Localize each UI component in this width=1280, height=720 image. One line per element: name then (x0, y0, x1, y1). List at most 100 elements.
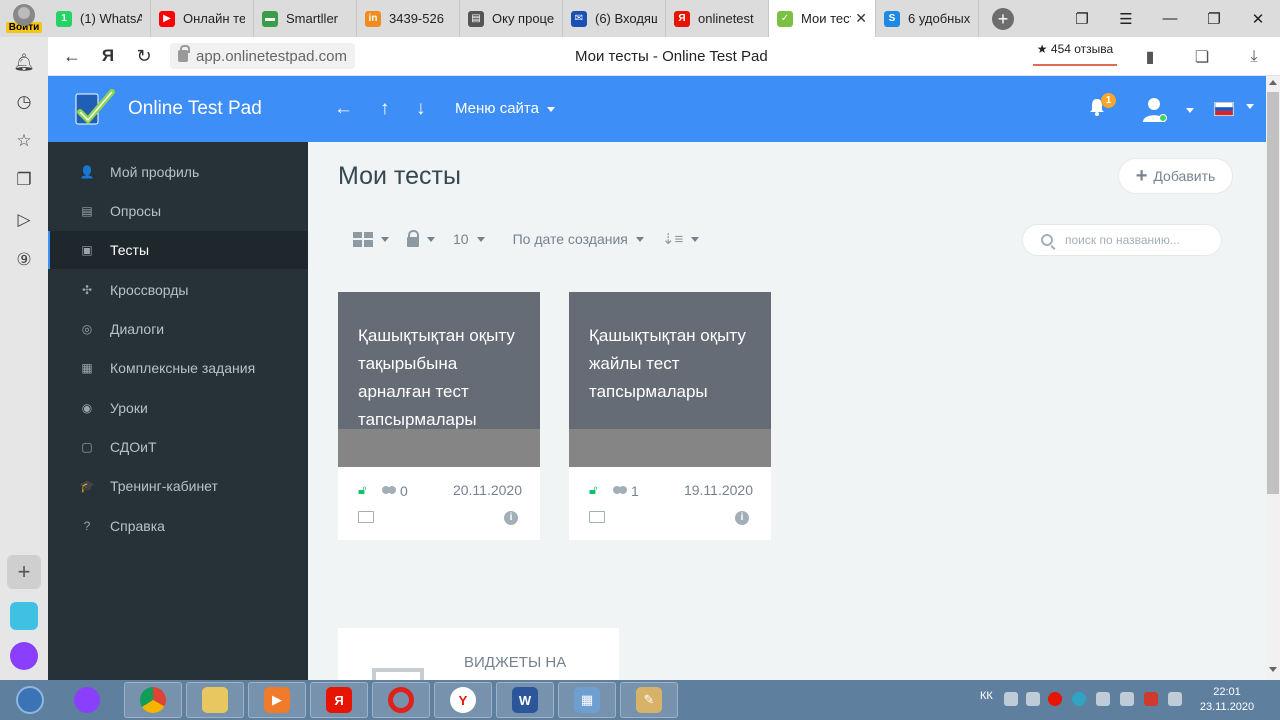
browser-tab[interactable]: ▤ Оку процесі (460, 0, 563, 37)
search-input[interactable]: поиск по названию... (1022, 224, 1222, 256)
scroll-down-icon[interactable] (1269, 667, 1277, 672)
sidebar-item[interactable]: 🎓 Тренинг-кабинет (48, 467, 308, 505)
card-title[interactable]: Қашықтықтан оқыту тақырыбына арналған те… (358, 322, 528, 434)
logo-text[interactable]: Online Test Pad (128, 98, 262, 120)
taskbar-yandex[interactable]: Я (310, 682, 368, 718)
sort-order-dropdown[interactable]: ⇣≡ (662, 230, 700, 248)
folder-icon[interactable] (589, 511, 605, 523)
messenger-icon[interactable] (10, 602, 38, 630)
sidebar-item[interactable]: ◎ Диалоги (48, 310, 308, 348)
sidebar-item-label: Уроки (110, 400, 148, 416)
browser-tab[interactable]: ✉ (6) Входящие (563, 0, 666, 37)
keyboard-language[interactable]: КК (980, 690, 993, 702)
notifications-icon[interactable]: 🔔︎ (12, 51, 36, 75)
keyboard-icon[interactable] (1004, 692, 1018, 706)
taskbar-media[interactable]: ▶ (248, 682, 306, 718)
play-icon[interactable]: ▷ (12, 208, 36, 232)
russian-flag-icon[interactable] (1214, 102, 1234, 116)
new-tab-button[interactable]: + (979, 0, 1027, 37)
widgets-panel[interactable]: ВИДЖЕТЫ НА (338, 628, 619, 680)
participants-count: 1 (613, 483, 639, 499)
restore-button[interactable]: ❐ (1192, 10, 1236, 28)
sidebar-item-label: Тесты (110, 242, 150, 258)
nine-icon[interactable]: ⑨ (12, 248, 36, 272)
card-title[interactable]: Қашықтықтан оқыту жайлы тест тапсырмалар… (589, 322, 759, 406)
scroll-up-icon[interactable] (1269, 80, 1277, 85)
taskbar-alice[interactable] (58, 682, 116, 718)
tray-arrow-icon[interactable] (1026, 692, 1040, 706)
browser-tab[interactable]: ✓ Мои тесты ✕ (769, 0, 876, 37)
site-menu-label: Меню сайта (455, 100, 539, 117)
per-page-dropdown[interactable]: 10 (453, 231, 485, 247)
volume-icon[interactable] (1096, 692, 1110, 706)
list-toolbar: 10 По дате создания ⇣≡ (353, 227, 717, 251)
browser-tab[interactable]: 1 (1) WhatsApp (48, 0, 151, 37)
test-card[interactable]: Қашықтықтан оқыту жайлы тест тапсырмалар… (569, 292, 771, 540)
yandex-tray-icon[interactable] (1048, 692, 1062, 706)
taskbar-word[interactable]: W (496, 682, 554, 718)
back-button[interactable]: ← (54, 46, 90, 67)
browser-tab[interactable]: Яonlinetest (666, 0, 769, 37)
close-window-button[interactable]: ✕ (1236, 10, 1280, 28)
sidebar-item[interactable]: ? Справка (48, 507, 308, 545)
reload-button[interactable]: ↻ (126, 46, 162, 67)
info-icon[interactable]: i (504, 511, 518, 525)
arrow-down-icon[interactable]: ↓ (416, 98, 426, 120)
taskbar-chrome[interactable] (124, 682, 182, 718)
taskbar-photos[interactable]: ▦ (558, 682, 616, 718)
menu-icon[interactable]: ☰ (1104, 10, 1148, 28)
folder-icon[interactable] (358, 511, 374, 523)
sidebar-item[interactable]: ▢ СДОиТ (48, 428, 308, 466)
sidebar-item[interactable]: 👤 Мой профиль (48, 153, 308, 191)
taskbar-paint[interactable]: ✎ (620, 682, 678, 718)
list-icon: ▤ (81, 204, 93, 218)
info-icon[interactable]: i (735, 511, 749, 525)
download-icon[interactable]: ⤓ (1228, 48, 1280, 66)
sort-dropdown[interactable]: По дате создания (513, 231, 644, 247)
reviews-badge[interactable]: ★ 454 отзыва (1033, 42, 1117, 66)
test-card[interactable]: Қашықтықтан оқыту тақырыбына арналған те… (338, 292, 540, 540)
history-icon[interactable]: ◷ (12, 90, 36, 114)
page-scrollbar[interactable] (1266, 76, 1280, 680)
browser-tab[interactable]: ▬ Smartller (254, 0, 357, 37)
profile-button[interactable]: Войти (0, 0, 48, 37)
tab-favicon-icon: ▤ (468, 10, 484, 27)
collections-icon[interactable]: ❏ (1176, 47, 1228, 67)
sidebar-item[interactable]: ▣ Тесты (48, 231, 308, 269)
taskbar-explorer[interactable] (186, 682, 244, 718)
start-button[interactable] (4, 682, 56, 718)
alice-icon[interactable] (10, 642, 38, 670)
taskbar-clock[interactable]: 22:01 23.11.2020 (1195, 685, 1259, 715)
access-filter-dropdown[interactable] (407, 230, 435, 247)
network-icon[interactable] (1120, 692, 1134, 706)
back-arrow-icon[interactable]: ← (334, 98, 353, 120)
sidebar-item[interactable]: ▤ Опросы (48, 192, 308, 230)
taskbar-yandex-browser[interactable]: Y (434, 682, 492, 718)
view-mode-dropdown[interactable] (353, 231, 389, 247)
yandex-button[interactable]: Я (90, 46, 126, 66)
sidebar-item[interactable]: ✣ Кроссворды (48, 271, 308, 309)
sidebar-item[interactable]: ▦ Комплексные задания (48, 349, 308, 387)
add-button[interactable]: + Добавить (1118, 158, 1233, 194)
bookmark-icon[interactable]: ▮ (1124, 47, 1176, 67)
chevron-down-icon[interactable] (1186, 108, 1194, 113)
arrow-up-icon[interactable]: ↑ (380, 98, 390, 120)
close-tab-icon[interactable]: ✕ (855, 10, 867, 27)
collections-icon[interactable]: ❐ (12, 168, 36, 192)
skype-tray-icon[interactable] (1072, 692, 1086, 706)
url-field[interactable]: app.onlinetestpad.com (170, 43, 355, 69)
action-center-icon[interactable] (1144, 692, 1158, 706)
site-menu-dropdown[interactable]: Меню сайта (455, 100, 555, 117)
chevron-down-icon[interactable] (1246, 104, 1254, 109)
tabs-icon[interactable]: ❐ (1060, 10, 1104, 28)
browser-tab[interactable]: ▶ Онлайн тесты (151, 0, 254, 37)
sidebar-item[interactable]: ◉ Уроки (48, 389, 308, 427)
taskbar-opera[interactable] (372, 682, 430, 718)
scroll-thumb[interactable] (1267, 92, 1279, 494)
browser-tab[interactable]: in 3439-526 (357, 0, 460, 37)
browser-tab[interactable]: S 6 удобных (876, 0, 979, 37)
tray-icon[interactable] (1168, 692, 1182, 706)
minimize-button[interactable]: — (1148, 10, 1192, 27)
add-panel-button[interactable]: + (7, 555, 41, 589)
star-icon[interactable]: ☆ (12, 129, 36, 153)
